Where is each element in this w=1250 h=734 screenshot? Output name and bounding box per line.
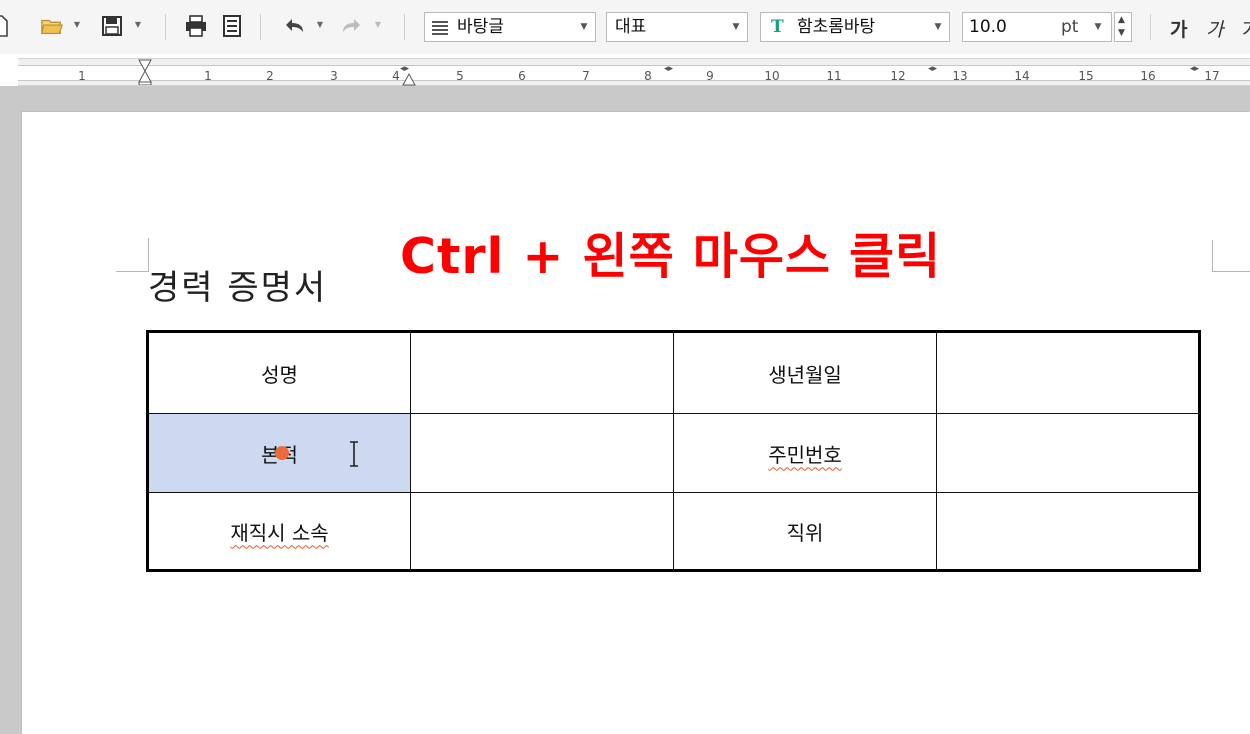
annotation-caption: Ctrl + 왼쪽 마우스 클릭 [400,228,942,285]
table-cell[interactable] [936,331,1200,414]
ruler-number: 3 [330,69,338,83]
crop-mark [116,271,148,272]
ruler-number: 10 [764,69,780,83]
ruler-number: 9 [706,69,714,83]
italic-button[interactable]: 가 [1206,15,1223,42]
font-size-stepper[interactable]: ▲ ▼ [1114,12,1132,42]
open-dropdown-arrow[interactable]: ▼ [73,20,81,30]
toolbar: ▼ ▼ ▼ ▼ 바탕글 ▼ 대표 ▼ T 함초롬바탕 ▼ 10.0 pt ▼ ▲… [0,0,1250,54]
ruler-number: 5 [456,69,464,83]
chevron-down-icon: ▼ [934,22,942,32]
horizontal-ruler[interactable]: 1 1 2 3 4 5 6 7 8 9 10 11 12 13 14 15 16… [18,58,1250,86]
ruler-number: 1 [204,69,212,83]
toolbar-separator [404,14,405,40]
redo-icon[interactable] [340,14,364,38]
open-folder-icon[interactable] [40,14,64,38]
ruler-number: 16 [1140,69,1156,83]
chevron-down-icon: ▼ [732,22,740,32]
ruler-number: 2 [266,69,274,83]
spellcheck-text: 재직시 소속 [230,520,329,545]
table-row: 재직시 소속 직위 [147,492,1200,571]
table-cell-birthdate-label[interactable]: 생년월일 [673,331,937,414]
table-row: 성명 생년월일 [147,331,1200,414]
save-dropdown-arrow[interactable]: ▼ [134,20,142,30]
click-marker-icon [275,446,289,460]
table-cell-affiliation-label[interactable]: 재직시 소속 [147,492,411,571]
table-cell-position-label[interactable]: 직위 [673,492,937,571]
text-cursor-icon [350,441,358,467]
redo-dropdown-arrow[interactable]: ▼ [374,20,382,30]
underline-button[interactable]: 가 [1242,15,1250,39]
font-combo-value: 함초롬바탕 [797,17,876,37]
toolbar-separator [260,14,261,40]
font-size-value: 10.0 [969,17,1007,37]
font-type-icon: T [771,17,784,37]
ruler-number: 15 [1078,69,1094,83]
font-size-field[interactable]: 10.0 pt ▼ [962,12,1112,42]
print-icon[interactable] [184,14,208,38]
table-cell-name-label[interactable]: 성명 [147,331,411,414]
align-icon [431,20,449,40]
undo-dropdown-arrow[interactable]: ▼ [316,20,324,30]
language-combo[interactable]: 대표 ▼ [606,12,748,42]
ruler-number: 7 [582,69,590,83]
ruler-number: 6 [518,69,526,83]
toolbar-separator [165,14,166,40]
preview-icon[interactable] [220,14,244,38]
save-icon[interactable] [100,14,124,38]
table-cell[interactable] [410,413,674,493]
document-title: 경력 증명서 [148,268,328,308]
column-marker[interactable]: ◂▸ [400,64,409,74]
table-cell-selected[interactable]: 본적 [147,413,411,493]
spellcheck-text: 주민번호 [768,442,842,467]
table-cell-id-number-label[interactable]: 주민번호 [673,413,937,493]
column-marker[interactable]: ◂▸ [664,64,673,74]
ruler-number: 12 [890,69,906,83]
column-marker[interactable]: ◂▸ [1190,64,1199,74]
chevron-down-icon: ▼ [580,22,588,32]
ruler-number: 1 [78,69,86,83]
style-combo-value: 바탕글 [457,17,504,37]
table-cell[interactable] [410,331,674,414]
style-combo[interactable]: 바탕글 ▼ [424,12,596,42]
ruler-number: 17 [1204,69,1220,83]
career-certificate-table: 성명 생년월일 본적 주민번호 재직시 소속 직위 [146,330,1201,572]
language-combo-value: 대표 [615,17,647,37]
crop-mark [1212,271,1250,272]
toolbar-separator [1150,14,1151,40]
ruler-number: 14 [1014,69,1030,83]
crop-mark [1212,240,1213,272]
ruler-band: 1 1 2 3 4 5 6 7 8 9 10 11 12 13 14 15 16… [18,65,1250,83]
stepper-down-icon[interactable]: ▼ [1118,28,1125,38]
table-cell[interactable] [936,413,1200,493]
ruler-number: 13 [952,69,968,83]
font-size-unit: pt [1061,17,1079,37]
column-marker[interactable]: ◂▸ [928,64,937,74]
font-combo[interactable]: T 함초롬바탕 ▼ [760,12,950,42]
table-cell[interactable] [936,492,1200,571]
new-document-icon[interactable] [0,14,12,38]
chevron-down-icon: ▼ [1094,22,1102,32]
table-cell[interactable] [410,492,674,571]
left-indent-marker[interactable] [138,59,152,86]
ruler-number: 11 [826,69,842,83]
bold-button[interactable]: 가 [1170,15,1187,42]
table-row: 본적 주민번호 [147,413,1200,493]
stepper-up-icon[interactable]: ▲ [1118,15,1125,25]
undo-icon[interactable] [282,14,306,38]
ruler-number: 8 [644,69,652,83]
